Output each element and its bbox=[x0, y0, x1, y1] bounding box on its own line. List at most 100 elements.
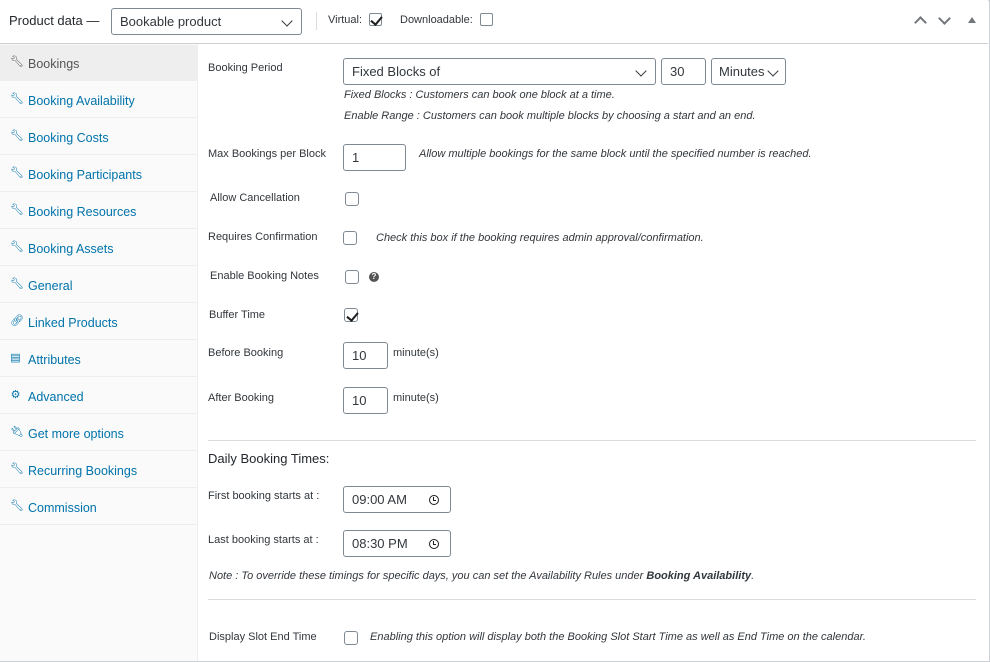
list-icon: ▤ bbox=[10, 352, 21, 364]
section-divider bbox=[208, 440, 976, 441]
tab-label: Advanced bbox=[28, 390, 84, 404]
chevron-down-icon bbox=[281, 15, 293, 27]
checkmark-icon bbox=[346, 309, 359, 322]
first-booking-time-value: 09:00 AM bbox=[352, 492, 407, 507]
tab-label: Commission bbox=[28, 501, 97, 515]
plugin-icon: 🔌︎ bbox=[10, 426, 24, 438]
max-bookings-value: 1 bbox=[352, 150, 360, 165]
tab-label: Bookings bbox=[28, 57, 80, 71]
first-booking-time-input[interactable]: 09:00 AM bbox=[343, 486, 451, 513]
tab-general[interactable]: 🔧︎ General bbox=[0, 267, 197, 303]
wrench-icon: 🔧︎ bbox=[10, 130, 24, 142]
tab-bookings[interactable]: 🔧︎ Bookings bbox=[0, 45, 197, 81]
tab-label: Booking Resources bbox=[28, 205, 137, 219]
tab-label: Booking Assets bbox=[28, 242, 114, 256]
allow-cancellation-label: Allow Cancellation bbox=[210, 192, 300, 204]
section-divider bbox=[208, 599, 976, 600]
booking-unit-select[interactable]: Minutes bbox=[711, 58, 786, 85]
before-booking-input[interactable]: 10 bbox=[343, 342, 388, 369]
downloadable-checkbox[interactable] bbox=[480, 13, 493, 26]
tab-commission[interactable]: 🔧︎ Commission bbox=[0, 489, 197, 525]
display-slot-end-label: Display Slot End Time bbox=[209, 631, 317, 643]
booking-period-desc-range: Enable Range : Customers can book multip… bbox=[344, 110, 756, 122]
requires-confirmation-desc: Check this box if the booking requires a… bbox=[376, 232, 704, 244]
display-slot-end-checkbox[interactable] bbox=[344, 631, 358, 645]
tab-label: Recurring Bookings bbox=[28, 464, 138, 478]
bookings-options-panel: Booking Period Fixed Blocks of 30 Minute… bbox=[198, 44, 988, 661]
tab-booking-assets[interactable]: 🔧︎ Booking Assets bbox=[0, 230, 197, 266]
requires-confirmation-label: Requires Confirmation bbox=[208, 231, 318, 243]
note-text: Note : To override these timings for spe… bbox=[209, 570, 647, 582]
buffer-time-label: Buffer Time bbox=[209, 309, 266, 321]
move-down-icon[interactable] bbox=[937, 13, 951, 27]
chevron-down-icon bbox=[635, 65, 647, 77]
wrench-icon: 🔧︎ bbox=[10, 93, 24, 105]
allow-cancellation-checkbox[interactable] bbox=[345, 192, 359, 206]
booking-period-desc-fixed: Fixed Blocks : Customers can book one bl… bbox=[344, 89, 615, 101]
gear-icon: ⚙︎ bbox=[10, 389, 21, 401]
tab-advanced[interactable]: ⚙︎ Advanced bbox=[0, 378, 197, 414]
note-link-text: Booking Availability bbox=[646, 570, 752, 582]
enable-notes-checkbox[interactable] bbox=[345, 270, 359, 284]
wrench-icon: 🔧︎ bbox=[10, 204, 24, 216]
tab-booking-resources[interactable]: 🔧︎ Booking Resources bbox=[0, 193, 197, 229]
product-type-select[interactable]: Bookable product bbox=[111, 8, 302, 35]
toggle-panel-icon[interactable] bbox=[966, 13, 980, 27]
tab-get-more-options[interactable]: 🔌︎ Get more options bbox=[0, 415, 197, 451]
checkmark-icon bbox=[370, 13, 383, 26]
booking-unit-value: Minutes bbox=[719, 64, 765, 79]
max-bookings-desc: Allow multiple bookings for the same blo… bbox=[419, 148, 812, 160]
virtual-label: Virtual: bbox=[328, 14, 363, 26]
booking-duration-input[interactable]: 30 bbox=[661, 58, 706, 85]
enable-notes-label: Enable Booking Notes bbox=[210, 270, 319, 282]
last-booking-time-value: 08:30 PM bbox=[352, 536, 408, 551]
last-booking-time-input[interactable]: 08:30 PM bbox=[343, 530, 451, 557]
booking-period-type-select[interactable]: Fixed Blocks of bbox=[343, 58, 656, 85]
after-booking-unit: minute(s) bbox=[393, 392, 439, 404]
daily-times-note: Note : To override these timings for spe… bbox=[209, 570, 754, 582]
tab-booking-costs[interactable]: 🔧︎ Booking Costs bbox=[0, 119, 197, 155]
after-booking-label: After Booking bbox=[208, 392, 275, 404]
display-slot-end-desc: Enabling this option will display both t… bbox=[370, 631, 866, 643]
product-data-header: Product data — Bookable product Virtual:… bbox=[0, 0, 988, 44]
before-booking-unit: minute(s) bbox=[393, 347, 439, 359]
after-booking-input[interactable]: 10 bbox=[343, 387, 388, 414]
chevron-down-icon bbox=[767, 65, 779, 77]
tab-booking-availability[interactable]: 🔧︎ Booking Availability bbox=[0, 82, 197, 118]
product-type-value: Bookable product bbox=[120, 14, 222, 29]
wrench-icon: 🔧︎ bbox=[10, 278, 24, 290]
move-up-icon[interactable] bbox=[913, 13, 927, 27]
product-data-tabs: 🔧︎ Bookings 🔧︎ Booking Availability 🔧︎ B… bbox=[0, 44, 198, 661]
divider bbox=[316, 12, 317, 30]
tab-label: Linked Products bbox=[28, 316, 118, 330]
tab-label: General bbox=[28, 279, 73, 293]
help-icon[interactable]: ? bbox=[369, 272, 379, 282]
wrench-icon: 🔧︎ bbox=[10, 241, 24, 253]
daily-booking-times-title: Daily Booking Times: bbox=[208, 451, 330, 466]
tab-booking-participants[interactable]: 🔧︎ Booking Participants bbox=[0, 156, 197, 192]
max-bookings-input[interactable]: 1 bbox=[343, 144, 406, 171]
panel-title: Product data — bbox=[9, 13, 100, 28]
clock-icon[interactable] bbox=[429, 539, 439, 549]
max-bookings-label: Max Bookings per Block bbox=[208, 148, 326, 160]
requires-confirmation-checkbox[interactable] bbox=[343, 231, 357, 245]
link-icon: 🔗︎ bbox=[10, 315, 24, 327]
tab-label: Attributes bbox=[28, 353, 81, 367]
tab-recurring-bookings[interactable]: 🔧︎ Recurring Bookings bbox=[0, 452, 197, 488]
virtual-checkbox[interactable] bbox=[369, 13, 383, 26]
first-booking-label: First booking starts at : bbox=[208, 490, 320, 502]
tab-label: Booking Participants bbox=[28, 168, 142, 182]
tab-linked-products[interactable]: 🔗︎ Linked Products bbox=[0, 304, 197, 340]
tab-label: Booking Costs bbox=[28, 131, 109, 145]
wrench-icon: 🔧︎ bbox=[10, 167, 24, 179]
clock-icon[interactable] bbox=[429, 495, 439, 505]
tab-label: Booking Availability bbox=[28, 94, 135, 108]
tab-attributes[interactable]: ▤ Attributes bbox=[0, 341, 197, 377]
wrench-icon: 🔧︎ bbox=[10, 463, 24, 475]
buffer-time-checkbox[interactable] bbox=[344, 308, 359, 322]
before-booking-value: 10 bbox=[352, 348, 367, 363]
wrench-icon: 🔧︎ bbox=[10, 56, 24, 68]
downloadable-label: Downloadable: bbox=[400, 14, 473, 26]
after-booking-value: 10 bbox=[352, 393, 367, 408]
booking-duration-value: 30 bbox=[670, 64, 685, 79]
